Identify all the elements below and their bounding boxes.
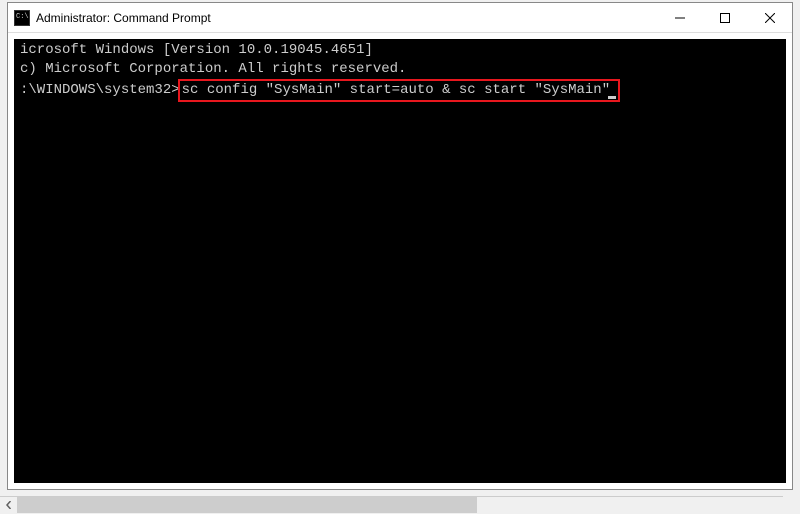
cursor (608, 96, 616, 99)
output-line: icrosoft Windows [Version 10.0.19045.465… (20, 41, 780, 60)
titlebar[interactable]: Administrator: Command Prompt (8, 3, 792, 33)
terminal-area[interactable]: icrosoft Windows [Version 10.0.19045.465… (14, 39, 786, 483)
close-icon (765, 13, 775, 23)
close-button[interactable] (747, 3, 792, 32)
scroll-left-button[interactable] (0, 497, 17, 514)
command-text: sc config "SysMain" start=auto & sc star… (182, 82, 610, 98)
minimize-icon (675, 13, 685, 23)
window-controls (657, 3, 792, 32)
horizontal-scrollbar[interactable] (0, 496, 800, 513)
minimize-button[interactable] (657, 3, 702, 32)
scrollbar-track[interactable] (17, 497, 783, 513)
output-line: c) Microsoft Corporation. All rights res… (20, 60, 780, 79)
maximize-icon (720, 13, 730, 23)
scrollbar-thumb[interactable] (17, 497, 477, 513)
scrollbar-corner (783, 496, 800, 513)
command-highlight: sc config "SysMain" start=auto & sc star… (178, 79, 620, 102)
prompt-line: :\WINDOWS\system32>sc config "SysMain" s… (20, 79, 780, 102)
window-title: Administrator: Command Prompt (36, 11, 657, 25)
cmd-icon (14, 10, 30, 26)
maximize-button[interactable] (702, 3, 747, 32)
prompt-path: :\WINDOWS\system32> (20, 82, 180, 98)
command-prompt-window: Administrator: Command Prompt icrosoft W… (7, 2, 793, 490)
chevron-left-icon (5, 501, 13, 509)
